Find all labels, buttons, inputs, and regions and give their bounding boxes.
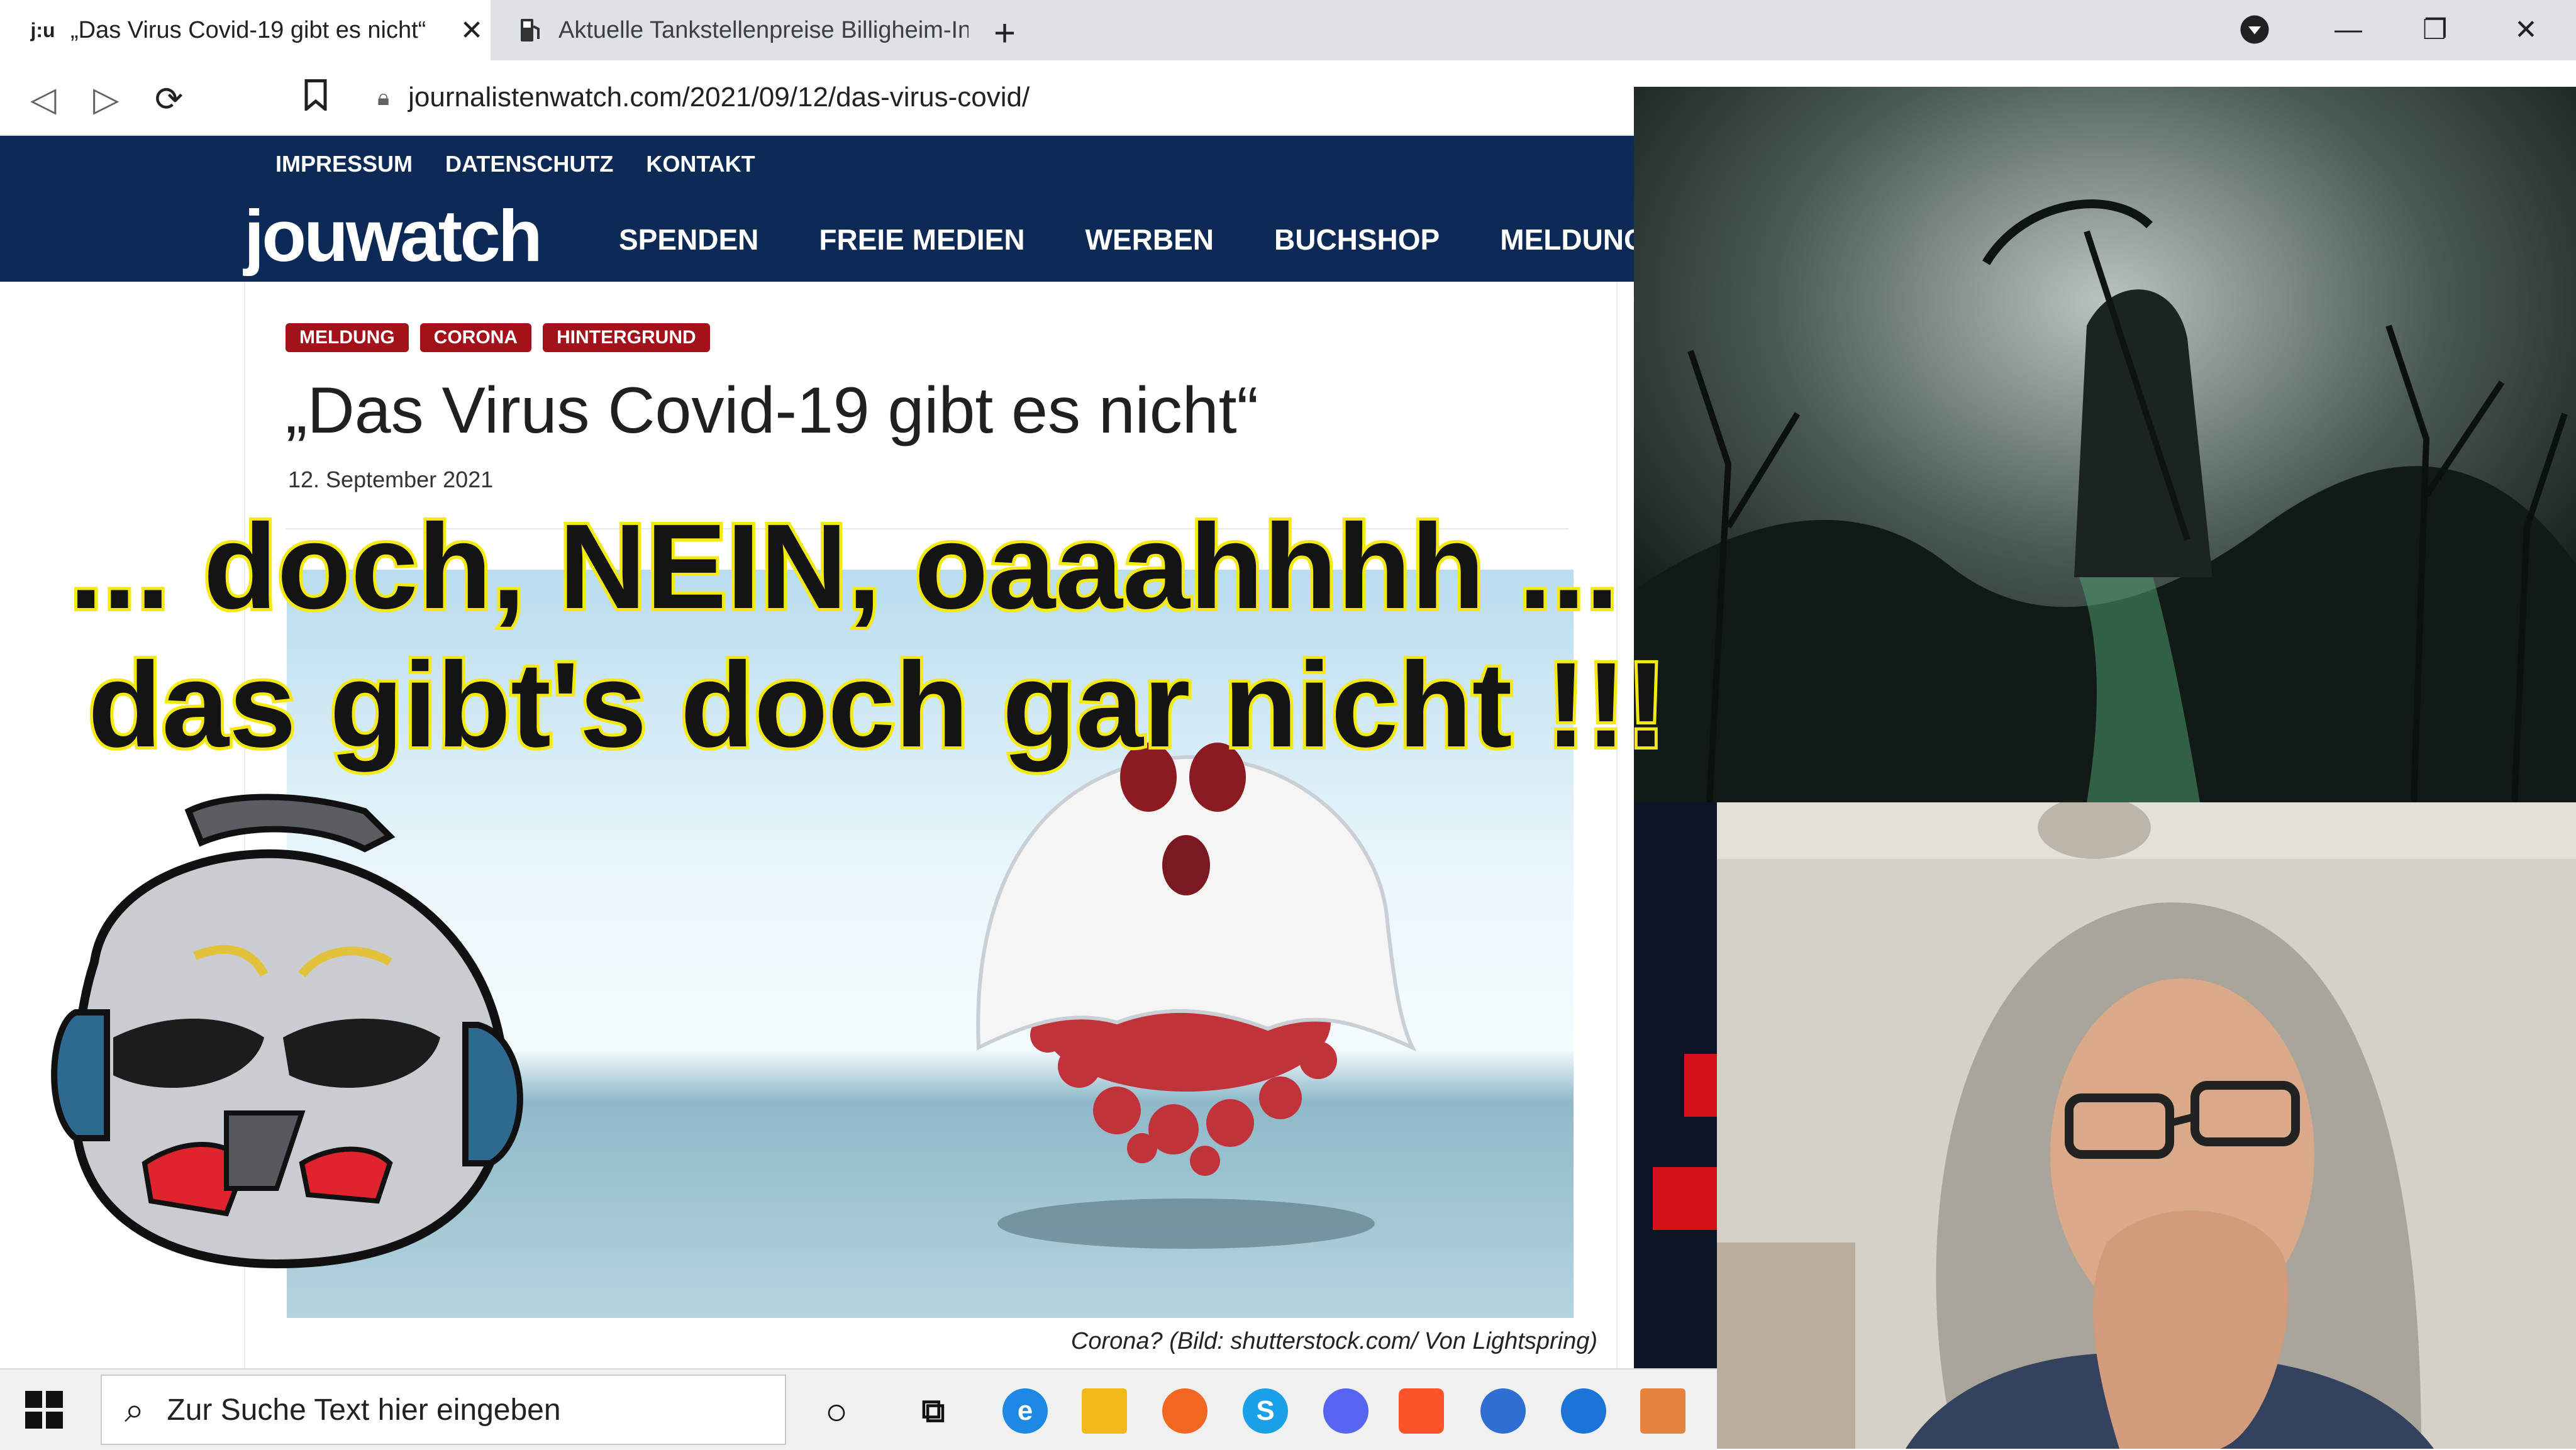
url-text: journalistenwatch.com/2021/09/12/das-vir… bbox=[408, 82, 1030, 113]
article-title: „Das Virus Covid-19 gibt es nicht“ bbox=[286, 374, 1259, 447]
messenger-icon[interactable] bbox=[1561, 1388, 1606, 1434]
tab-tankstellenpreise[interactable]: Aktuelle Tankstellenpreise Billigheim-In… bbox=[503, 0, 969, 60]
webcam-video bbox=[1717, 802, 2576, 1449]
forward-icon[interactable]: ▷ bbox=[93, 79, 119, 119]
fuel-pump-icon bbox=[516, 15, 546, 45]
overlay-text-line-2: das gibt's doch gar nicht !!! bbox=[85, 634, 1670, 775]
thunderbird-icon[interactable] bbox=[1480, 1388, 1526, 1434]
minimize-icon[interactable]: — bbox=[2334, 14, 2362, 45]
image-caption: Corona? (Bild: shutterstock.com/ Von Lig… bbox=[1070, 1328, 1597, 1354]
task-view-icon[interactable]: ⧉ bbox=[911, 1388, 956, 1434]
top-menu: IMPRESSUM DATENSCHUTZ KONTAKT bbox=[275, 151, 755, 177]
menu-datenschutz[interactable]: DATENSCHUTZ bbox=[445, 151, 613, 177]
edge-icon[interactable]: e bbox=[1002, 1388, 1048, 1434]
bookmark-icon[interactable] bbox=[303, 79, 328, 119]
window-close-icon[interactable]: ✕ bbox=[2514, 14, 2538, 46]
close-tab-icon[interactable]: ✕ bbox=[453, 14, 491, 47]
url-field[interactable]: 🔒︎ journalistenwatch.com/2021/09/12/das-… bbox=[377, 77, 1635, 118]
lock-icon: 🔒︎ bbox=[377, 84, 390, 110]
tab-title: „Das Virus Covid-19 gibt es nicht“ bbox=[70, 16, 426, 43]
overlay-text-line-1: ... doch, NEIN, oaaahhhh ... bbox=[66, 495, 1622, 637]
restore-icon[interactable]: ❐ bbox=[2423, 14, 2447, 46]
windows-start-icon[interactable] bbox=[25, 1391, 63, 1429]
paint-icon[interactable] bbox=[1640, 1388, 1685, 1434]
menu-freie-medien[interactable]: FREIE MEDIEN bbox=[819, 223, 1024, 257]
grim-reaper-image bbox=[1634, 87, 2576, 802]
kettle-mascot-image bbox=[38, 786, 553, 1289]
back-icon[interactable]: ◁ bbox=[30, 79, 57, 119]
menu-spenden[interactable]: SPENDEN bbox=[619, 223, 758, 257]
search-placeholder: Zur Suche Text hier eingeben bbox=[167, 1393, 561, 1427]
tag-corona[interactable]: CORONA bbox=[419, 323, 531, 352]
main-menu: SPENDEN FREIE MEDIEN WERBEN BUCHSHOP MEL… bbox=[619, 223, 1687, 257]
cortana-icon[interactable]: ○ bbox=[814, 1388, 859, 1434]
sidebar-ad bbox=[1634, 802, 1717, 1368]
tab-bar: j:u „Das Virus Covid-19 gibt es nicht“ ✕… bbox=[0, 0, 2576, 60]
file-explorer-icon[interactable] bbox=[1082, 1388, 1127, 1434]
tag-hintergrund[interactable]: HINTERGRUND bbox=[543, 323, 710, 352]
windows-taskbar: ⌕ Zur Suche Text hier eingeben ○ ⧉ e S bbox=[0, 1368, 1717, 1450]
skype-icon[interactable]: S bbox=[1243, 1388, 1288, 1434]
search-icon: ⌕ bbox=[125, 1389, 145, 1429]
new-tab-icon[interactable]: + bbox=[994, 11, 1016, 55]
firefox-icon[interactable] bbox=[1162, 1388, 1208, 1434]
tab-title: Aktuelle Tankstellenpreise Billigheim-In… bbox=[558, 16, 969, 43]
menu-buchshop[interactable]: BUCHSHOP bbox=[1274, 223, 1440, 257]
discord-icon[interactable] bbox=[1323, 1388, 1368, 1434]
article-date: 12. September 2021 bbox=[288, 467, 494, 492]
tab-search-icon[interactable] bbox=[2239, 14, 2270, 52]
reload-icon[interactable]: ⟳ bbox=[155, 79, 183, 119]
taskbar-search-field[interactable]: ⌕ Zur Suche Text hier eingeben bbox=[101, 1375, 786, 1445]
menu-kontakt[interactable]: KONTAKT bbox=[646, 151, 755, 177]
tag-meldung[interactable]: MELDUNG bbox=[286, 323, 409, 352]
tab-jouwatch[interactable]: j:u „Das Virus Covid-19 gibt es nicht“ ✕ bbox=[0, 0, 491, 60]
brave-icon[interactable] bbox=[1399, 1388, 1444, 1434]
jouwatch-favicon: j:u bbox=[30, 18, 55, 42]
article-tags: MELDUNG CORONA HINTERGRUND bbox=[286, 323, 710, 352]
jouwatch-logo[interactable]: jouwatch bbox=[244, 194, 543, 278]
menu-werben[interactable]: WERBEN bbox=[1085, 223, 1214, 257]
menu-impressum[interactable]: IMPRESSUM bbox=[275, 151, 413, 177]
site-header: IMPRESSUM DATENSCHUTZ KONTAKT jouwatch S… bbox=[0, 136, 1687, 282]
